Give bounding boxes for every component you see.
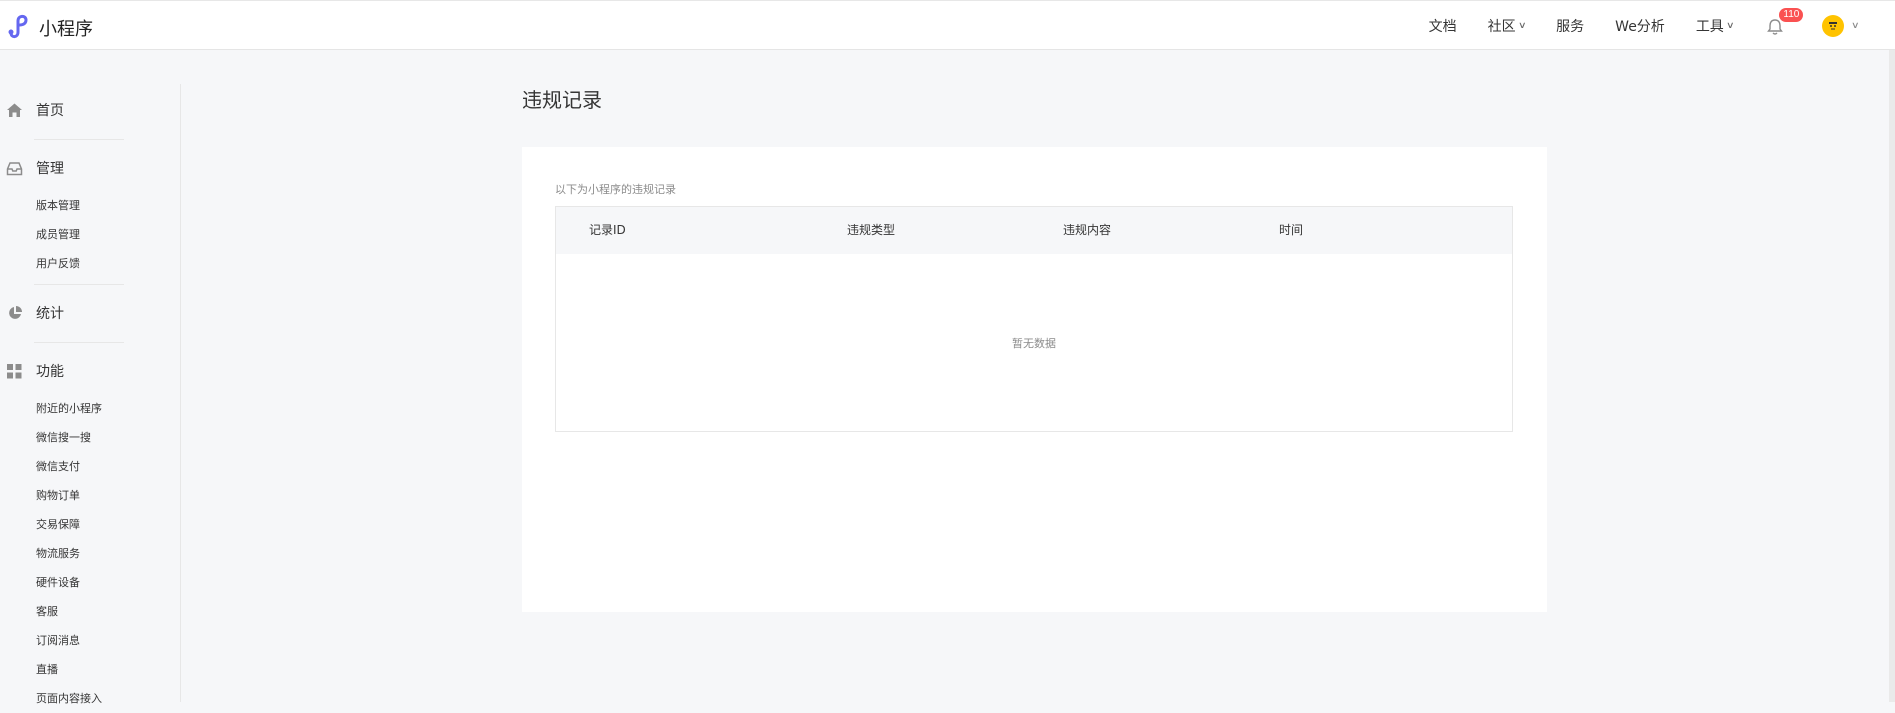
home-icon bbox=[6, 102, 23, 119]
account-chevron-down-icon[interactable]: ∨ bbox=[1851, 21, 1860, 31]
column-header-violation-content: 违规内容 bbox=[1063, 223, 1112, 237]
nav-tools[interactable]: 工具 ∨ bbox=[1695, 16, 1735, 36]
violation-records-card: 以下为小程序的违规记录 记录ID 违规类型 违规内容 时间 暂无数据 bbox=[522, 147, 1547, 612]
nav-services-label: 服务 bbox=[1556, 19, 1585, 35]
top-nav: 文档 社区 ∨ 服务 We分析 工具 ∨ 110 ∨ bbox=[1429, 1, 1895, 51]
page-title: 违规记录 bbox=[522, 88, 602, 112]
sidebar: 首页 管理 版本管理 成员管理 用户反馈 统计 功能 附近的小程序 微信搜一搜 … bbox=[0, 84, 181, 705]
nav-services[interactable]: 服务 bbox=[1556, 16, 1584, 36]
sidebar-item-member-management[interactable]: 成员管理 bbox=[0, 220, 180, 249]
sidebar-item-live-streaming[interactable]: 直播 bbox=[0, 655, 180, 684]
notification-button[interactable]: 110 bbox=[1767, 8, 1804, 36]
chevron-down-icon: ∨ bbox=[1725, 21, 1735, 31]
empty-state-text: 暂无数据 bbox=[1012, 337, 1056, 350]
sidebar-item-wechat-search[interactable]: 微信搜一搜 bbox=[0, 423, 180, 452]
grid-icon bbox=[6, 363, 23, 380]
sidebar-item-wechat-pay[interactable]: 微信支付 bbox=[0, 452, 180, 481]
sidebar-item-home-label: 首页 bbox=[36, 103, 64, 119]
avatar[interactable] bbox=[1822, 15, 1845, 37]
sidebar-item-page-content-access[interactable]: 页面内容接入 bbox=[0, 684, 180, 713]
sidebar-item-shopping-orders[interactable]: 购物订单 bbox=[0, 481, 180, 510]
violation-records-table: 记录ID 违规类型 违规内容 时间 暂无数据 bbox=[555, 206, 1513, 432]
sidebar-item-version-management[interactable]: 版本管理 bbox=[0, 191, 180, 220]
card-description: 以下为小程序的违规记录 bbox=[555, 183, 676, 196]
sidebar-item-hardware-devices[interactable]: 硬件设备 bbox=[0, 568, 180, 597]
sidebar-item-transaction-guarantee[interactable]: 交易保障 bbox=[0, 510, 180, 539]
nav-community[interactable]: 社区 ∨ bbox=[1487, 16, 1527, 36]
sidebar-item-user-feedback[interactable]: 用户反馈 bbox=[0, 249, 180, 278]
nav-docs[interactable]: 文档 bbox=[1429, 16, 1457, 36]
sidebar-item-manage-label: 管理 bbox=[36, 161, 64, 177]
sidebar-item-nearby-mini-programs[interactable]: 附近的小程序 bbox=[0, 394, 180, 423]
mini-program-logo-icon bbox=[6, 13, 32, 43]
table-header: 记录ID 违规类型 违规内容 时间 bbox=[556, 207, 1512, 254]
brand[interactable]: 小程序 bbox=[6, 13, 93, 43]
sidebar-item-home[interactable]: 首页 bbox=[6, 98, 180, 122]
column-header-record-id: 记录ID bbox=[589, 223, 626, 237]
vertical-scrollbar[interactable] bbox=[1889, 50, 1895, 702]
notification-badge: 110 bbox=[1779, 8, 1804, 22]
sidebar-item-stats[interactable]: 统计 bbox=[6, 301, 180, 325]
top-bar: 小程序 文档 社区 ∨ 服务 We分析 工具 ∨ 110 ∨ bbox=[0, 0, 1895, 50]
chevron-down-icon: ∨ bbox=[1517, 21, 1527, 31]
sidebar-item-manage[interactable]: 管理 bbox=[6, 156, 180, 180]
nav-we-analytics[interactable]: We分析 bbox=[1615, 16, 1665, 36]
sidebar-item-features[interactable]: 功能 bbox=[6, 359, 180, 383]
nav-docs-label: 文档 bbox=[1428, 19, 1457, 35]
sidebar-item-features-label: 功能 bbox=[36, 364, 64, 380]
brand-name: 小程序 bbox=[39, 19, 93, 40]
sidebar-item-logistics-services[interactable]: 物流服务 bbox=[0, 539, 180, 568]
pie-chart-icon bbox=[6, 305, 23, 322]
column-header-violation-type: 违规类型 bbox=[847, 223, 896, 237]
sidebar-item-subscription-messages[interactable]: 订阅消息 bbox=[0, 626, 180, 655]
sidebar-item-stats-label: 统计 bbox=[36, 306, 64, 322]
sidebar-item-customer-service[interactable]: 客服 bbox=[0, 597, 180, 626]
inbox-icon bbox=[6, 160, 23, 177]
column-header-time: 时间 bbox=[1279, 223, 1304, 237]
nav-we-analytics-label: We分析 bbox=[1615, 19, 1665, 35]
nav-tools-label: 工具 bbox=[1695, 19, 1724, 35]
nav-community-label: 社区 bbox=[1487, 19, 1516, 35]
avatar-face-icon bbox=[1826, 17, 1840, 36]
